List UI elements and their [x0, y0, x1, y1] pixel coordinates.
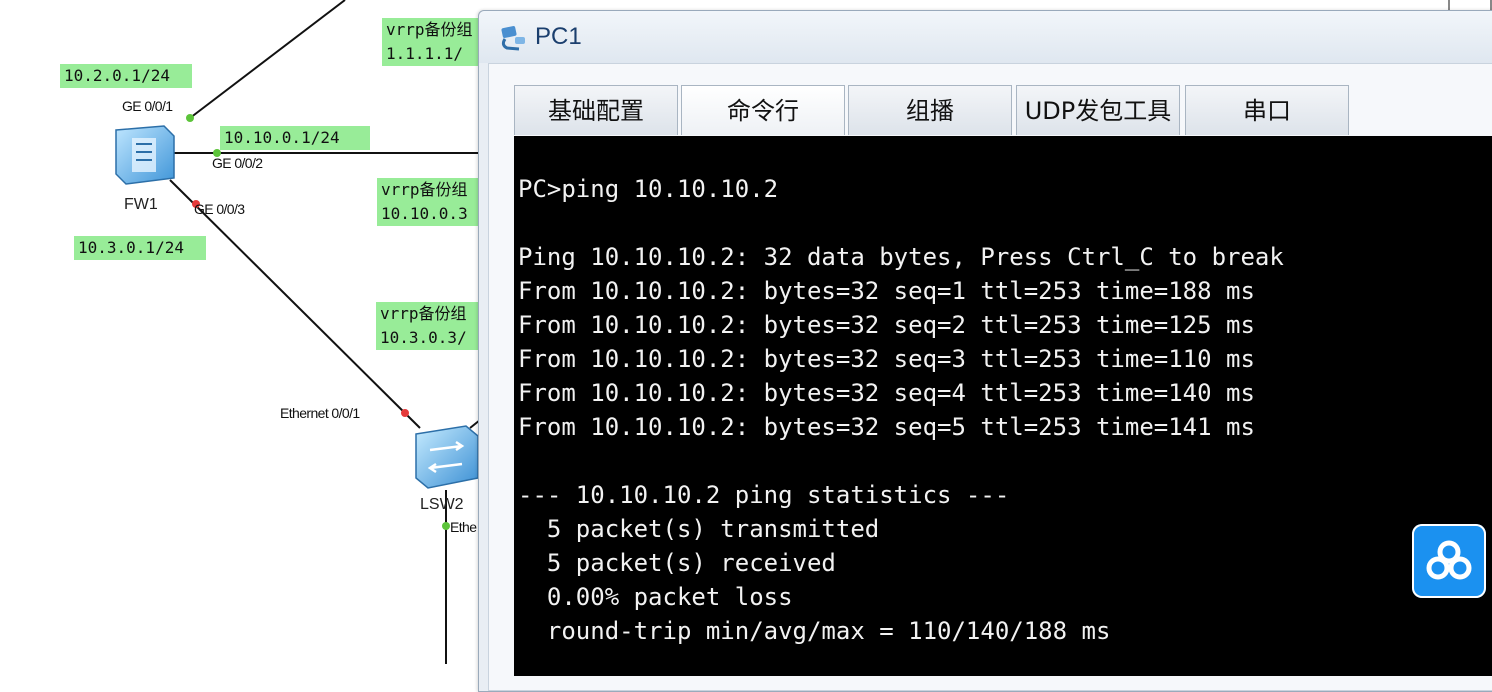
- console-line: From 10.10.10.2: bytes=32 seq=3 ttl=253 …: [518, 345, 1255, 373]
- console-line: From 10.10.10.2: bytes=32 seq=4 ttl=253 …: [518, 379, 1255, 407]
- switch-icon[interactable]: [410, 420, 482, 492]
- console-line: From 10.10.10.2: bytes=32 seq=1 ttl=253 …: [518, 277, 1255, 305]
- pc-terminal-icon: [501, 26, 525, 51]
- pc1-window[interactable]: PC1 基础配置 命令行 组播 UDP发包工具 串口 PC>ping 10.10…: [478, 10, 1492, 692]
- net-label-fw1-ge002: 10.10.0.1/24: [220, 126, 370, 150]
- tab-udp-tool[interactable]: UDP发包工具: [1016, 85, 1180, 135]
- vrrp-label-3-title: vrrp备份组: [376, 302, 482, 326]
- port-indicator-lsw2-bottom: [442, 522, 450, 530]
- window-title: PC1: [535, 23, 582, 50]
- port-label-ge002: GE 0/0/2: [212, 155, 263, 171]
- cloud-icon: [1426, 540, 1472, 580]
- console-line: PC>ping 10.10.10.2: [518, 175, 779, 203]
- firewall-icon[interactable]: [110, 120, 178, 188]
- vrrp-label-1-title: vrrp备份组: [382, 18, 482, 42]
- net-label-fw1-ge003: 10.3.0.1/24: [74, 236, 206, 260]
- console-line: --- 10.10.10.2 ping statistics ---: [518, 481, 1010, 509]
- vrrp-label-2-title: vrrp备份组: [377, 178, 481, 202]
- device-label-fw1: FW1: [124, 196, 158, 213]
- console-line: 5 packet(s) transmitted: [518, 515, 880, 543]
- console-line: From 10.10.10.2: bytes=32 seq=5 ttl=253 …: [518, 413, 1255, 441]
- port-label-ge001: GE 0/0/1: [122, 98, 173, 114]
- window-titlebar[interactable]: PC1: [479, 11, 1492, 63]
- vrrp-label-3-addr: 10.3.0.3/: [376, 326, 482, 350]
- console-line: Ping 10.10.10.2: 32 data bytes, Press Ct…: [518, 243, 1284, 271]
- port-label-lsw2-bottom: Ethe: [450, 519, 477, 535]
- console-line: From 10.10.10.2: bytes=32 seq=2 ttl=253 …: [518, 311, 1255, 339]
- net-label-fw1-ge001: 10.2.0.1/24: [60, 64, 192, 88]
- tab-basic-config[interactable]: 基础配置: [514, 85, 678, 135]
- console-line: 0.00% packet loss: [518, 583, 793, 611]
- port-label-ge003: GE 0/0/3: [194, 201, 245, 217]
- vrrp-label-2-addr: 10.10.0.3: [377, 202, 481, 226]
- port-indicator-ge001: [186, 114, 194, 122]
- console-line: 5 packet(s) received: [518, 549, 836, 577]
- device-label-lsw2: LSW2: [420, 496, 464, 513]
- tab-command-line[interactable]: 命令行: [681, 85, 845, 135]
- tab-serial-port[interactable]: 串口: [1185, 85, 1349, 135]
- vrrp-label-1-addr: 1.1.1.1/: [382, 42, 482, 66]
- cloud-sync-button[interactable]: [1412, 524, 1486, 598]
- link-fw1-ge001[interactable]: [189, 0, 346, 119]
- command-console[interactable]: PC>ping 10.10.10.2 Ping 10.10.10.2: 32 d…: [514, 136, 1492, 676]
- console-line: round-trip min/avg/max = 110/140/188 ms: [518, 617, 1111, 645]
- tab-multicast[interactable]: 组播: [848, 85, 1012, 135]
- port-indicator-eth001: [401, 409, 409, 417]
- port-label-eth001: Ethernet 0/0/1: [280, 405, 360, 421]
